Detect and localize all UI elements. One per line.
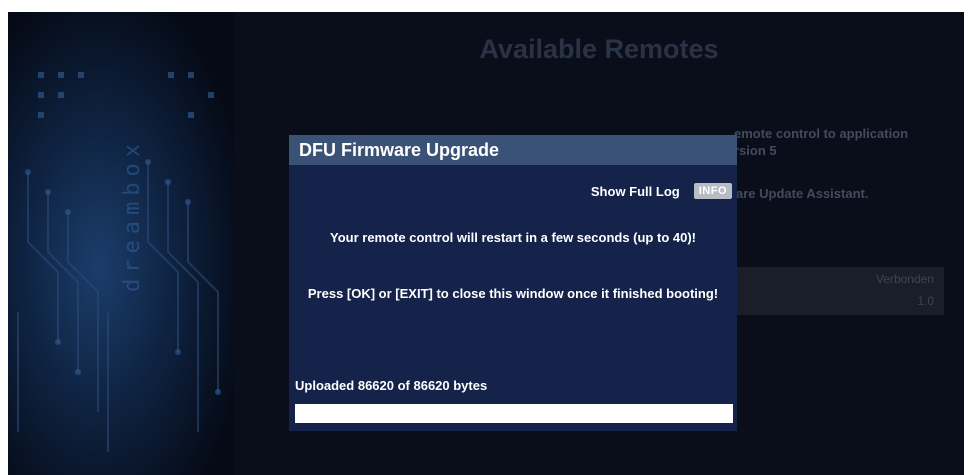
bg-info-line-2: rsion 5 xyxy=(734,143,777,158)
close-instruction-message: Press [OK] or [EXIT] to close this windo… xyxy=(307,286,719,301)
page-title: Available Remotes xyxy=(479,34,719,64)
upload-progress-bar xyxy=(295,404,733,423)
upload-status: Uploaded 86620 of 86620 bytes xyxy=(295,378,488,393)
progress-fill xyxy=(295,404,733,423)
table-header-connected: Verbonden xyxy=(875,272,934,286)
info-key-icon[interactable]: INFO xyxy=(693,183,732,199)
dfu-upgrade-dialog: DFU Firmware Upgrade Show Full Log INFO … xyxy=(289,135,737,431)
bg-instruction-line: are Update Assistant. xyxy=(736,186,869,201)
restart-message: Your remote control will restart in a fe… xyxy=(330,230,696,245)
show-log-row[interactable]: Show Full Log INFO xyxy=(591,180,732,202)
table-cell-version: 1.0 xyxy=(917,294,934,308)
tv-screen: dreambox Available Remotes emote control… xyxy=(8,12,964,475)
bg-info-line: emote control to application xyxy=(734,126,909,141)
brand-side-panel: dreambox xyxy=(8,12,234,475)
dialog-title: DFU Firmware Upgrade xyxy=(289,135,737,165)
show-full-log-label: Show Full Log xyxy=(590,183,680,199)
dreambox-logo: dreambox xyxy=(120,138,145,292)
